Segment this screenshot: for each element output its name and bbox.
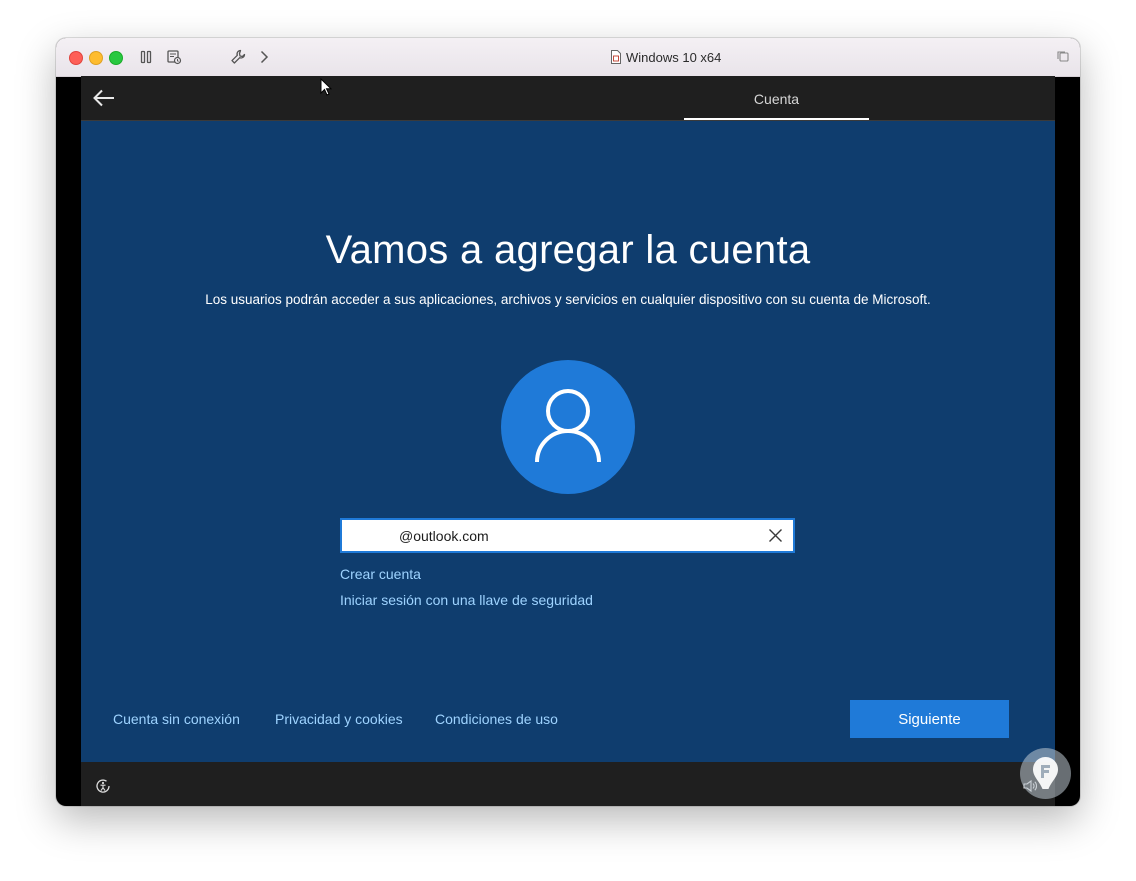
close-window-button[interactable] [69,51,83,65]
offline-account-link[interactable]: Cuenta sin conexión [113,711,240,727]
terms-link[interactable]: Condiciones de uso [435,711,558,727]
window-title: Windows 10 x64 [626,49,722,65]
user-icon [535,389,601,463]
window-title-group: Windows 10 x64 [610,48,721,66]
chevron-right-icon[interactable] [255,48,273,66]
fullscreen-icon[interactable] [1054,48,1072,66]
zoom-window-button[interactable] [109,51,123,65]
clear-input-button[interactable] [768,528,783,543]
windows-setup-screen: Cuenta Vamos a agregar la cuenta Los usu… [81,76,1055,806]
page-title: Vamos a agregar la cuenta [325,228,811,272]
back-button[interactable] [91,86,117,110]
mouse-pointer-icon [320,78,332,96]
setup-footer [81,762,1055,806]
avatar [501,360,635,494]
tab-cuenta[interactable]: Cuenta [684,76,869,120]
minimize-window-button[interactable] [89,51,103,65]
watermark-logo [1020,748,1071,799]
wrench-icon[interactable] [229,48,247,66]
active-tab-indicator [684,118,869,120]
mac-titlebar: Windows 10 x64 [56,38,1080,77]
arrow-left-icon [93,89,114,107]
email-field-container [340,518,795,553]
page-subtitle: Los usuarios podrán acceder a sus aplica… [205,292,931,307]
ease-of-access-button[interactable] [95,778,111,794]
email-input[interactable] [350,520,760,551]
create-account-link[interactable]: Crear cuenta [340,566,421,582]
watermark-logo-icon [1033,757,1058,789]
security-key-link[interactable]: Iniciar sesión con una llave de segurida… [340,592,593,608]
snapshot-icon[interactable] [165,48,183,66]
privacy-link[interactable]: Privacidad y cookies [275,711,403,727]
vm-document-icon [611,50,621,64]
setup-header: Cuenta [81,76,1055,121]
vm-window: Windows 10 x64 Cuenta Vamos a agregar la… [56,38,1080,806]
pause-icon[interactable] [137,48,155,66]
close-icon [769,529,782,542]
ease-of-access-icon [96,779,110,793]
next-button[interactable]: Siguiente [850,700,1009,738]
